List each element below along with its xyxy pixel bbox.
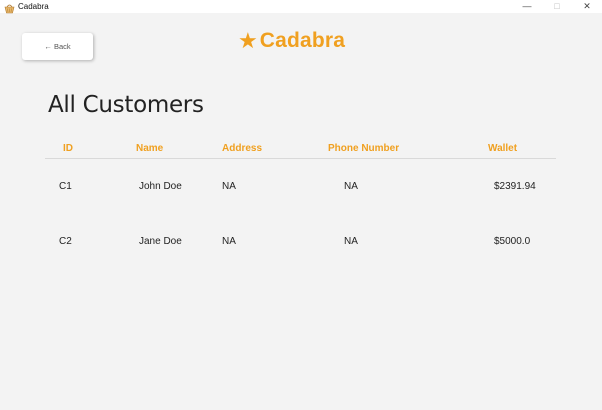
back-button[interactable]: ← Back (22, 33, 93, 60)
minimize-button[interactable]: — (512, 0, 542, 13)
window-title: Cadabra (18, 2, 49, 11)
column-header-name: Name (136, 143, 164, 154)
cadabra-logo: ★ Cadabra (238, 28, 345, 54)
cell-address: NA (222, 236, 236, 247)
cell-phone-number: NA (344, 181, 358, 192)
back-button-label: ← Back (44, 42, 71, 51)
cell-wallet: $5000.0 (494, 236, 531, 247)
table-row[interactable]: C1 John Doe NA NA $2391.94 (45, 178, 556, 198)
cell-name: Jane Doe (139, 236, 182, 247)
cell-address: NA (222, 181, 236, 192)
column-header-phone-number: Phone Number (328, 143, 400, 154)
title-bar: Cadabra — □ ✕ (0, 0, 602, 14)
app-basket-icon (4, 1, 15, 14)
maximize-button[interactable]: □ (542, 0, 572, 13)
close-button[interactable]: ✕ (572, 0, 602, 13)
cell-id: C2 (59, 236, 72, 247)
window-controls: — □ ✕ (512, 0, 602, 13)
logo-text: Cadabra (259, 29, 346, 52)
table-header: ID Name Address Phone Number Wallet (45, 141, 556, 159)
page-title: All Customers (48, 92, 204, 118)
star-icon: ★ (238, 28, 258, 53)
cell-wallet: $2391.94 (494, 181, 536, 192)
cell-id: C1 (59, 181, 72, 192)
column-header-address: Address (222, 143, 263, 154)
column-header-wallet: Wallet (488, 143, 518, 154)
cell-name: John Doe (139, 181, 182, 192)
table-row[interactable]: C2 Jane Doe NA NA $5000.0 (45, 233, 556, 253)
cell-phone-number: NA (344, 236, 358, 247)
column-header-id: ID (63, 143, 73, 154)
